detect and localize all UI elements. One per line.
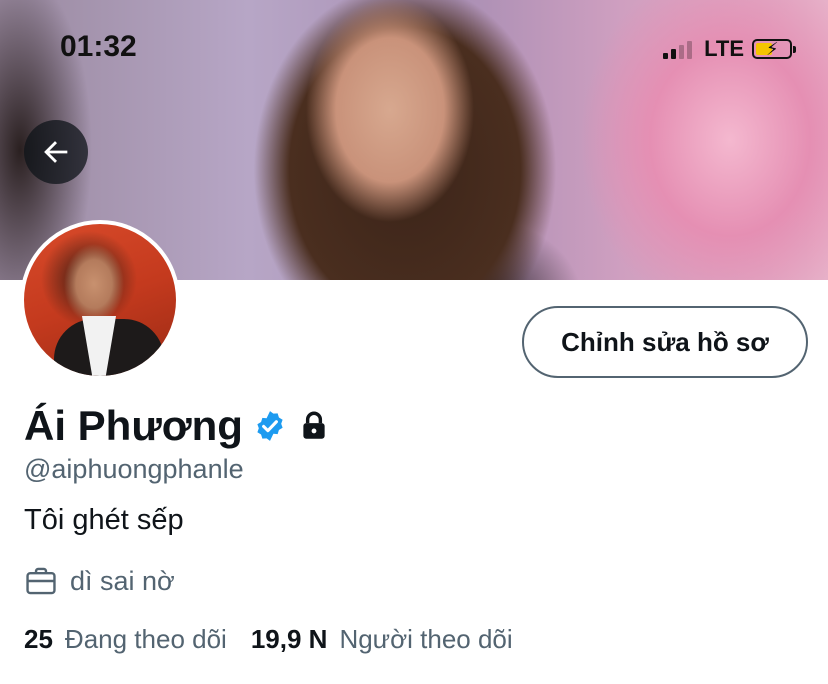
- following-link[interactable]: 25 Đang theo dõi: [24, 624, 227, 655]
- lock-icon: [303, 411, 325, 439]
- name-row: Ái Phương: [24, 402, 331, 450]
- handle: @aiphuongphanle: [24, 454, 244, 484]
- verified-badge-icon: [257, 411, 283, 441]
- arrow-left-icon: [44, 141, 68, 163]
- display-name: Ái Phương: [24, 402, 243, 449]
- following-label: Đang theo dõi: [64, 624, 227, 654]
- job-row: dì sai nờ: [24, 564, 175, 598]
- followers-count: 19,9 N: [250, 624, 328, 654]
- following-count: 25: [24, 624, 53, 654]
- back-button[interactable]: [24, 120, 88, 184]
- edit-profile-button[interactable]: Chỉnh sửa hồ sơ: [522, 306, 808, 378]
- battery-icon: ⚡: [752, 39, 796, 59]
- follow-stats: 25 Đang theo dõi 19,9 N Người theo dõi: [24, 624, 513, 655]
- signal-icon: [663, 39, 693, 59]
- avatar[interactable]: [20, 220, 180, 380]
- bio: Tôi ghét sếp: [24, 504, 184, 536]
- job-text: dì sai nờ: [70, 565, 175, 596]
- status-time: 01:32: [60, 30, 137, 63]
- network-type: LTE: [704, 36, 744, 61]
- status-indicators: LTE ⚡: [663, 36, 796, 62]
- followers-label: Người theo dõi: [339, 624, 513, 654]
- followers-link[interactable]: 19,9 N Người theo dõi: [251, 624, 513, 655]
- briefcase-icon: [26, 567, 56, 595]
